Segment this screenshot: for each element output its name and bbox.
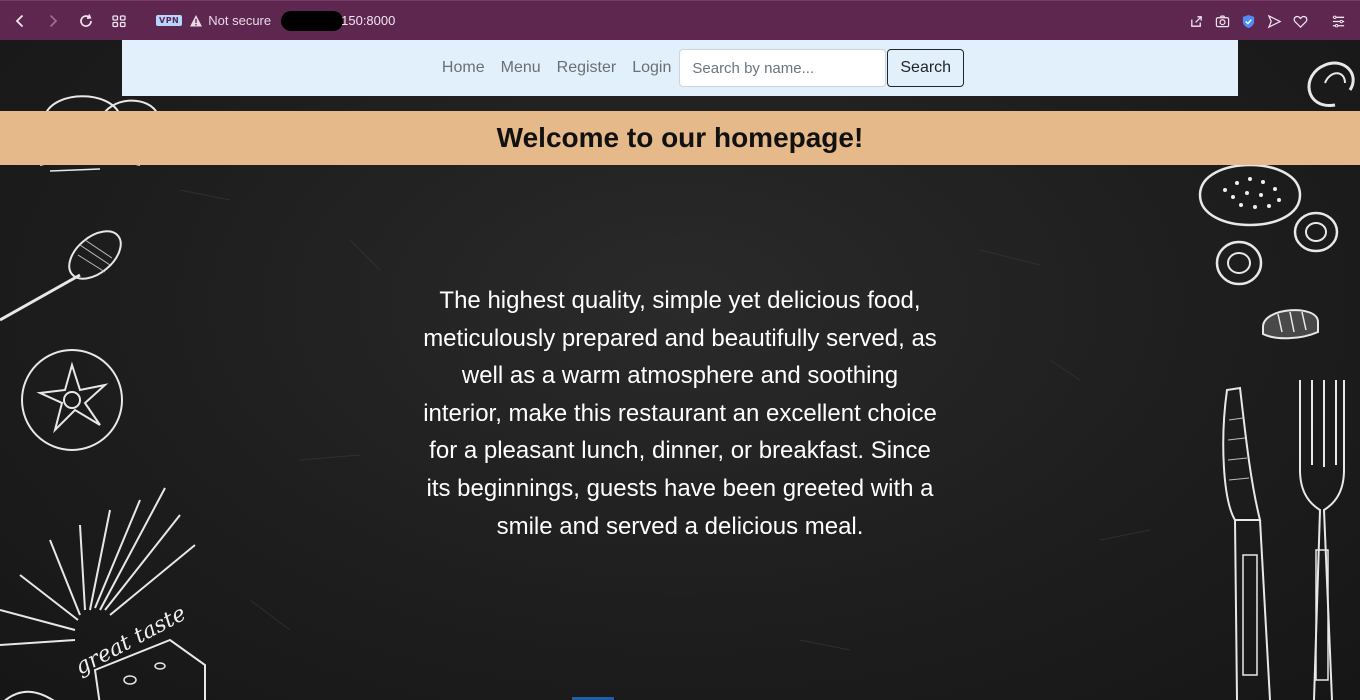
send-icon[interactable] — [1266, 13, 1282, 29]
reload-icon[interactable] — [75, 10, 97, 32]
camera-icon[interactable] — [1214, 13, 1230, 29]
back-icon[interactable] — [9, 10, 31, 32]
onion-ring-icon — [1215, 240, 1263, 286]
tomato-icon — [21, 349, 123, 451]
knife-icon — [1222, 386, 1271, 700]
vpn-badge[interactable]: VPN — [156, 15, 183, 26]
browser-actions — [1178, 1, 1346, 41]
page-title: Welcome to our homepage! — [496, 122, 864, 153]
address-bar[interactable]: VPN Not secure 150:8000 — [156, 8, 395, 34]
redacted-url-segment — [281, 10, 344, 31]
spoon-icon — [0, 230, 122, 322]
nav-link-login[interactable]: Login — [632, 59, 671, 77]
fork-icon — [1299, 380, 1345, 700]
search-input[interactable] — [679, 49, 887, 87]
intro-paragraph: The highest quality, simple yet deliciou… — [423, 287, 937, 540]
welcome-banner: Welcome to our homepage! — [0, 111, 1360, 165]
web-page: great taste Home Menu Register Login Sea… — [0, 40, 1360, 700]
warning-icon — [190, 14, 203, 26]
search-button[interactable]: Search — [887, 49, 965, 87]
browser-toolbar: VPN Not secure 150:8000 — [0, 0, 1360, 40]
nav-link-menu[interactable]: Menu — [501, 59, 541, 77]
menu-icon[interactable] — [1330, 13, 1346, 29]
great-taste-badge: great taste — [0, 487, 206, 700]
security-status[interactable]: Not secure — [208, 13, 271, 28]
forward-icon[interactable] — [42, 10, 64, 32]
tabs-grid-icon[interactable] — [108, 10, 130, 32]
onion-ring-icon — [1293, 211, 1339, 253]
site-navbar: Home Menu Register Login Search — [122, 40, 1238, 96]
chili-icon — [4, 690, 55, 700]
url-text[interactable]: 150:8000 — [341, 13, 395, 28]
share-icon[interactable] — [1188, 13, 1204, 29]
heart-icon[interactable] — [1292, 13, 1308, 29]
nav-link-home[interactable]: Home — [442, 59, 485, 77]
nav-link-register[interactable]: Register — [557, 59, 617, 77]
bread-icon — [1262, 309, 1319, 340]
pretzel-icon — [1307, 61, 1355, 107]
shield-icon[interactable] — [1240, 13, 1256, 29]
